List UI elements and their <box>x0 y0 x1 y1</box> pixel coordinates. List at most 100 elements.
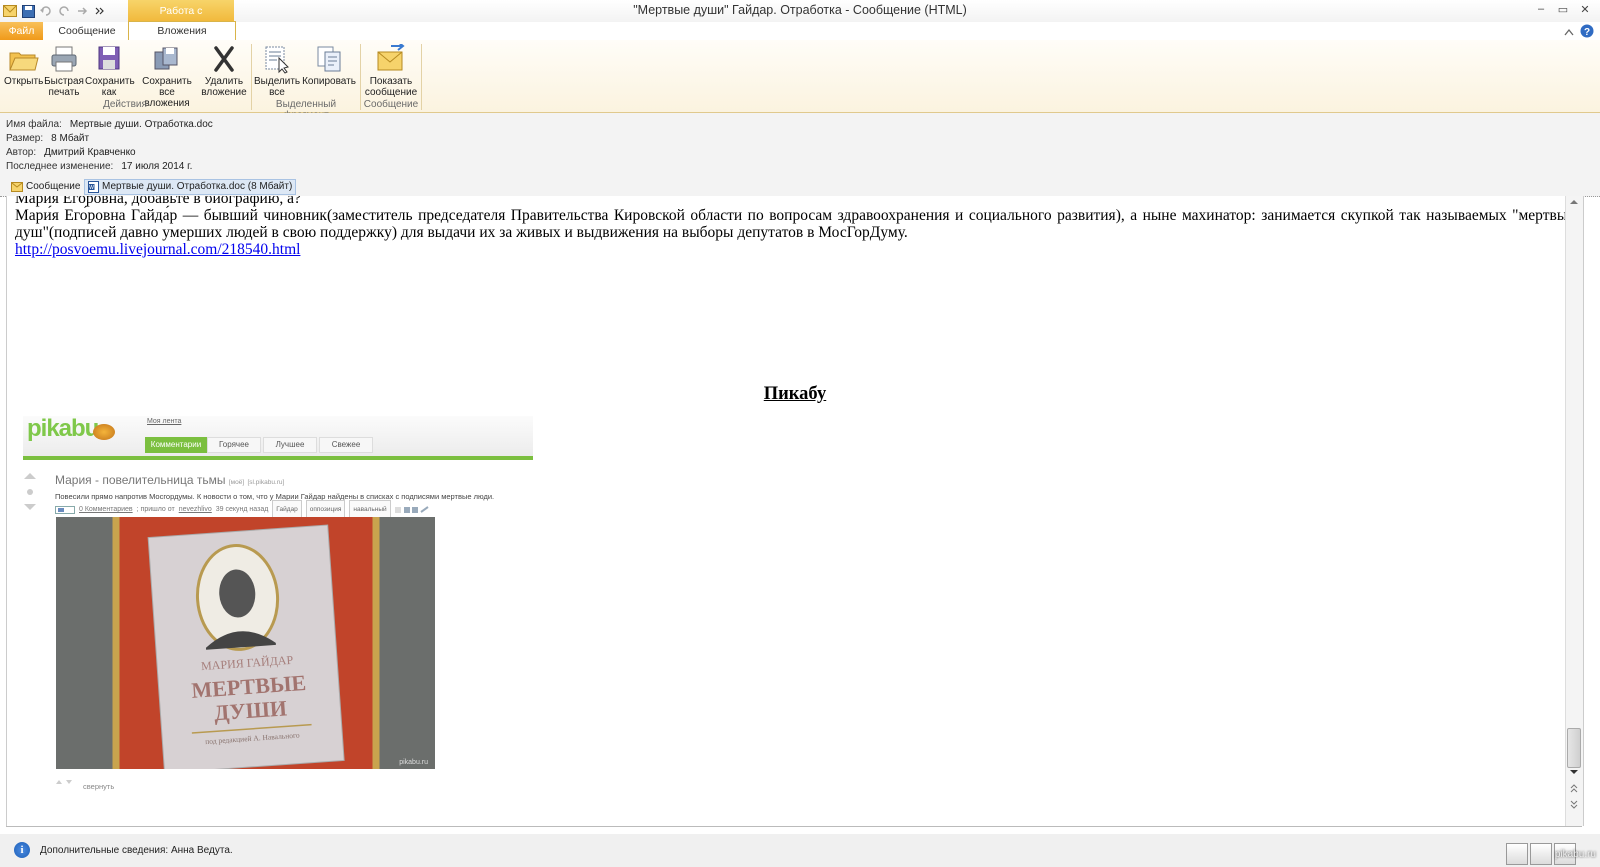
pikabu-posted-by: ; пришло от <box>136 506 175 513</box>
pikabu-posted-ago: 39 секунд назад <box>215 506 269 513</box>
close-button[interactable]: ✕ <box>1574 0 1596 18</box>
doc-link[interactable]: http://posvoemu.livejournal.com/218540.h… <box>15 241 300 258</box>
select-all-button[interactable]: Выделить все <box>254 44 300 98</box>
author-value: Дмитрий Кравченко <box>44 147 136 158</box>
group-label-actions: Действия <box>103 99 147 110</box>
people-pane-text: Дополнительные сведения: Анна Ведута. <box>40 845 233 856</box>
info-author-row: Автор: Дмитрий Кравченко <box>6 147 136 158</box>
save-as-icon <box>98 46 120 70</box>
avatar[interactable] <box>1506 843 1528 865</box>
title-bar <box>0 0 1600 22</box>
qat-more-icon[interactable] <box>92 3 108 19</box>
redo-icon[interactable] <box>56 3 72 19</box>
envelope-icon <box>11 182 23 192</box>
open-button[interactable]: Открыть <box>4 44 44 87</box>
bottom-divider <box>6 826 1582 827</box>
site-watermark: pikabu.ru <box>1554 849 1596 860</box>
pikabu-tab-fresh: Свежее <box>319 437 373 453</box>
save-icon[interactable] <box>20 3 36 19</box>
pikabu-author: nevezhlivo <box>178 506 212 513</box>
size-label: Размер: <box>6 133 44 144</box>
save-as-button[interactable]: Сохранить как <box>85 44 135 98</box>
people-pane: i Дополнительные сведения: Анна Ведута. … <box>0 834 1600 867</box>
info-icon: i <box>14 842 30 858</box>
open-folder-icon <box>9 52 39 71</box>
author-label: Автор: <box>6 147 37 158</box>
modified-label: Последнее изменение: <box>6 161 114 172</box>
context-tab-label: Работа с вложениями <box>128 0 234 39</box>
pikabu-comments-count: 0 Комментариев <box>79 506 133 513</box>
size-value: 8 Мбайт <box>51 133 90 144</box>
filename-value: Мертвые души. Отработка.doc <box>69 119 213 130</box>
vote-arrows-icon <box>24 473 36 510</box>
pikabu-post-title: Мария - повелительница тьмы <box>55 473 226 487</box>
avatar[interactable] <box>1530 843 1552 865</box>
remove-attachment-button[interactable]: Удалить вложение <box>200 44 248 98</box>
forward-arrow-icon[interactable] <box>74 3 90 19</box>
select-all-icon <box>265 46 289 74</box>
ribbon-separator <box>421 44 422 110</box>
show-message-button[interactable]: Показать сообщение <box>364 44 418 98</box>
help-icon[interactable]: ? <box>1580 24 1594 41</box>
attachment-strip: Сообщение W Мертвые души. Отработка.doc … <box>0 179 1600 197</box>
quick-access-toolbar <box>2 3 108 19</box>
pikabu-tab-comments: Комментарии <box>145 437 207 453</box>
document-body: Мари́я Его́ровна, добавьте в биографию, … <box>15 196 1575 791</box>
filename-label: Имя файла: <box>6 119 62 130</box>
save-as-label: Сохранить как <box>85 76 135 98</box>
pikabu-collapse-row: свернуть <box>55 778 114 795</box>
tab-attachments[interactable]: Вложения <box>128 21 236 42</box>
pikabu-post-mark: [моё] <box>228 479 245 486</box>
minimize-button[interactable]: – <box>1530 0 1552 18</box>
pikabu-post-source: [sl.pikabu.ru] <box>247 479 285 486</box>
tab-message[interactable]: Сообщение <box>47 22 127 40</box>
modified-value: 17 июля 2014 г. <box>121 161 193 172</box>
doc-line-intro: Мари́я Его́ровна, добавьте в биографию, … <box>15 196 301 207</box>
quick-print-label: Быстрая печать <box>44 76 84 98</box>
info-size-row: Размер: 8 Мбайт <box>6 133 89 144</box>
pikabu-header: pikabu Моя лента Комментарии Горячее Луч… <box>23 416 533 460</box>
tab-file[interactable]: Файл <box>0 22 43 40</box>
pikabu-share-icons <box>394 505 429 513</box>
pikabu-my-feed: Моя лента <box>147 418 182 425</box>
copy-button[interactable]: Копировать <box>301 44 357 87</box>
ribbon-tab-row: Файл Сообщение Вложения ? <box>0 21 1600 42</box>
info-modified-row: Последнее изменение: 17 июля 2014 г. <box>6 161 192 172</box>
ribbon: Открыть Быстрая печать Сохранить как Сох… <box>0 40 1600 121</box>
photo-watermark: pikabu.ru <box>399 759 428 766</box>
word-doc-icon: W <box>88 181 99 193</box>
vote-small-icon <box>56 780 72 784</box>
attachment-doc-label: Мертвые души. Отработка.doc (8 Мбайт) <box>102 181 293 192</box>
doc-heading: Пикабу <box>763 384 827 404</box>
ribbon-right-controls: ? <box>1564 24 1594 41</box>
svg-text:W: W <box>89 185 94 191</box>
book-photo-image: МАРИЯ ГАЙДАР МЕРТВЫЕ ДУШИ под редакцией … <box>56 517 435 769</box>
attachment-doc-item[interactable]: W Мертвые души. Отработка.doc (8 Мбайт) <box>84 179 297 195</box>
group-label-message: Сообщение <box>363 99 419 110</box>
window-controls: – ▭ ✕ <box>1530 0 1596 18</box>
remove-x-icon <box>214 46 234 72</box>
pikabu-logo: pikabu <box>27 415 99 442</box>
scrollbar-thumb[interactable] <box>1567 728 1581 768</box>
remove-label: Удалить вложение <box>201 76 247 98</box>
copy-icon <box>317 46 341 72</box>
pikabu-tab-hot: Горячее <box>207 437 261 453</box>
pikabu-bun-icon <box>93 424 115 440</box>
attachment-info: Имя файла: Мертвые души. Отработка.doc Ра… <box>0 113 1600 179</box>
collapse-ribbon-icon[interactable] <box>1564 27 1574 39</box>
printer-icon <box>51 46 77 72</box>
document-preview[interactable]: Мари́я Его́ровна, добавьте в биографию, … <box>6 196 1584 826</box>
pikabu-save-icon <box>55 505 75 514</box>
outlook-envelope-icon[interactable] <box>2 3 18 19</box>
attachment-message-item[interactable]: Сообщение <box>8 180 83 194</box>
select-all-label: Выделить все <box>254 76 301 98</box>
book-title-line2: ДУШИ <box>213 695 287 725</box>
quick-print-button[interactable]: Быстрая печать <box>44 44 84 98</box>
restore-button[interactable]: ▭ <box>1552 0 1574 18</box>
undo-icon[interactable] <box>38 3 54 19</box>
pikabu-screenshot: pikabu Моя лента Комментарии Горячее Луч… <box>23 416 533 796</box>
copy-label: Копировать <box>302 76 356 87</box>
pikabu-post-photo: МАРИЯ ГАЙДАР МЕРТВЫЕ ДУШИ под редакцией … <box>56 517 435 769</box>
show-message-label: Показать сообщение <box>364 76 418 98</box>
open-label: Открыть <box>4 76 44 87</box>
